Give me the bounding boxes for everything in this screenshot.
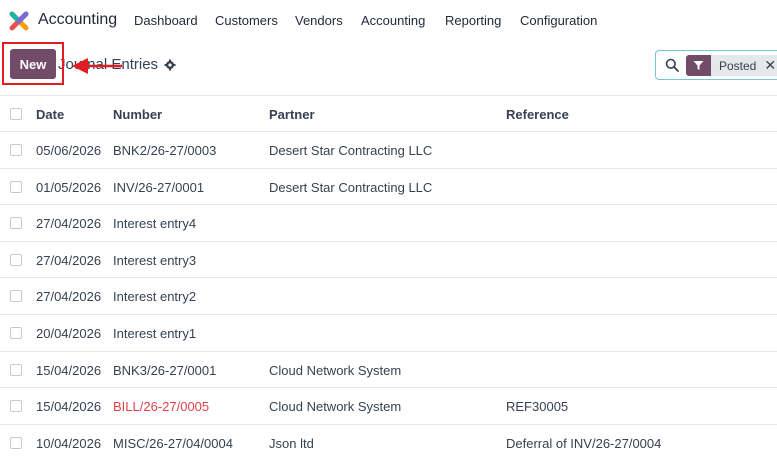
nav-configuration[interactable]: Configuration: [520, 13, 597, 28]
table-row[interactable]: 10/04/2026 MISC/26-27/04/0004 Json ltd Defe…: [0, 425, 777, 456]
search-icon[interactable]: [665, 58, 679, 72]
cell-date: 15/04/2026: [36, 362, 102, 378]
nav-reporting[interactable]: Reporting: [445, 13, 501, 28]
cell-number: BNK2/26-27/0003: [113, 143, 217, 158]
cell-date: 01/05/2026: [36, 179, 102, 195]
cell-number: Interest entry2: [113, 289, 197, 305]
accounting-app-logo-icon[interactable]: [9, 11, 29, 31]
nav-accounting[interactable]: Accounting: [361, 13, 425, 28]
column-header-number[interactable]: Number: [113, 107, 162, 122]
column-header-date[interactable]: Date: [36, 107, 64, 122]
row-checkbox[interactable]: [10, 400, 22, 413]
cell-partner: Json ltd: [269, 435, 314, 451]
select-all-checkbox[interactable]: [10, 108, 22, 120]
table-row[interactable]: 05/06/2026 BNK2/26-27/0003 Desert Star Con…: [0, 132, 777, 169]
cell-number: BILL/26-27/0005: [113, 399, 210, 415]
table-row[interactable]: 15/04/2026 BNK3/26-27/0001 Cloud Network S…: [0, 352, 777, 389]
table-row[interactable]: 01/05/2026 INV/26-27/0001 Desert Star Cont…: [0, 169, 777, 206]
cell-number: BNK3/26-27/0001: [113, 362, 217, 378]
table-row[interactable]: 27/04/2026 Interest entry3: [0, 242, 777, 279]
cell-number: MISC/26-27/04/0004: [113, 435, 233, 451]
row-checkbox[interactable]: [10, 217, 22, 230]
row-checkbox[interactable]: [10, 253, 22, 266]
column-header-partner[interactable]: Partner: [269, 107, 315, 122]
annotation-arrow-icon: [72, 58, 122, 74]
table-body: 05/06/2026 BNK2/26-27/0003 Desert Star Con…: [0, 132, 777, 456]
cell-partner: Desert Star Contracting LLC: [269, 143, 433, 158]
row-checkbox[interactable]: [10, 180, 22, 193]
cell-date: 15/04/2026: [36, 399, 102, 415]
cell-partner: Cloud Network System: [269, 399, 402, 415]
cell-date: 27/04/2026: [36, 252, 102, 268]
search-bar[interactable]: Posted ✕: [655, 50, 777, 80]
cell-number: Interest entry4: [113, 216, 197, 232]
cell-reference: REF30005: [506, 399, 569, 415]
nav-vendors[interactable]: Vendors: [295, 13, 343, 28]
gear-icon[interactable]: [164, 59, 176, 71]
nav-customers[interactable]: Customers: [215, 13, 278, 28]
cell-number: Interest entry3: [113, 252, 197, 268]
table-row[interactable]: 20/04/2026 Interest entry1: [0, 315, 777, 352]
table-row[interactable]: 27/04/2026 Interest entry4: [0, 205, 777, 242]
close-icon[interactable]: ✕: [764, 55, 777, 76]
row-checkbox[interactable]: [10, 436, 22, 449]
cell-number: INV/26-27/0001: [113, 179, 205, 195]
table-row[interactable]: 15/04/2026 BILL/26-27/0005 Cloud Network S…: [0, 388, 777, 425]
table-header: Date Number Partner Reference: [0, 95, 777, 132]
nav-dashboard[interactable]: Dashboard: [134, 13, 198, 28]
app-name[interactable]: Accounting: [38, 11, 117, 29]
top-navbar: Accounting Dashboard Customers Vendors A…: [0, 0, 777, 42]
cell-partner: Cloud Network System: [269, 362, 402, 378]
facet-label: Posted: [711, 55, 765, 76]
cell-reference: Deferral of INV/26-27/0004: [506, 435, 662, 451]
filter-icon: [686, 55, 711, 76]
cell-date: 27/04/2026: [36, 216, 102, 232]
cell-date: 05/06/2026: [36, 143, 102, 158]
annotation-highlight-box: [2, 42, 64, 85]
cell-date: 27/04/2026: [36, 289, 102, 305]
column-header-reference[interactable]: Reference: [506, 107, 569, 122]
row-checkbox[interactable]: [10, 290, 22, 303]
journal-entries-table: Date Number Partner Reference 05/06/2026…: [0, 95, 777, 456]
table-row[interactable]: 27/04/2026 Interest entry2: [0, 278, 777, 315]
cell-date: 20/04/2026: [36, 325, 102, 341]
cell-partner: Desert Star Contracting LLC: [269, 179, 433, 195]
search-facet-posted[interactable]: Posted ✕: [686, 55, 777, 76]
cell-date: 10/04/2026: [36, 435, 102, 451]
row-checkbox[interactable]: [10, 326, 22, 339]
row-checkbox[interactable]: [10, 144, 22, 156]
row-checkbox[interactable]: [10, 363, 22, 376]
cell-number: Interest entry1: [113, 325, 197, 341]
